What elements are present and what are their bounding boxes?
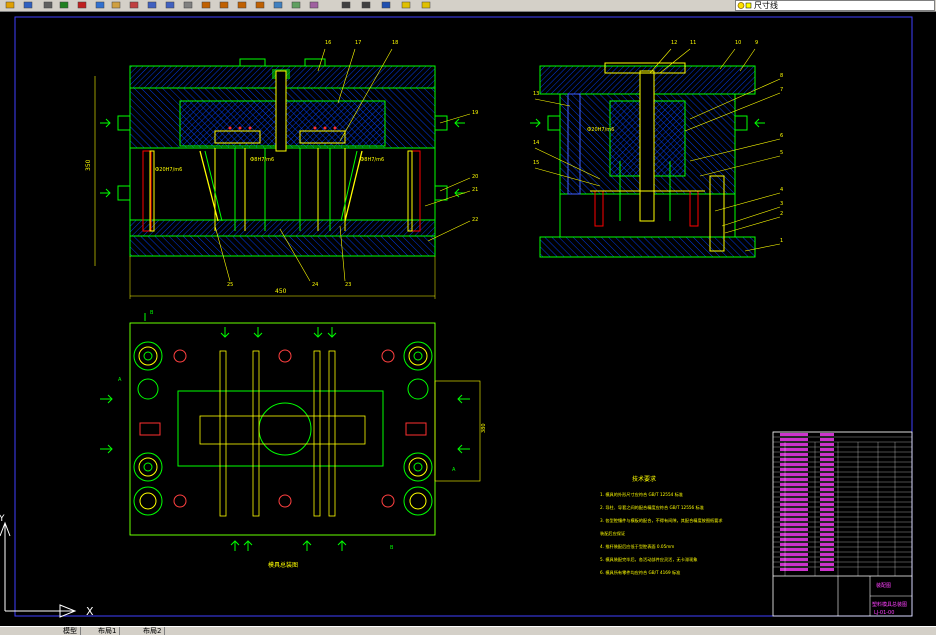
print-icon[interactable] [42, 0, 55, 11]
paste-icon[interactable] [110, 0, 123, 11]
front-balloon-16: 16 [325, 40, 331, 46]
front-balloon-25: 25 [227, 282, 233, 288]
technical-notes: 技术要求 1. 模具的外形尺寸应符合 GB/T 12554 标准 2. 导柱、导套… [600, 475, 723, 576]
side-balloon-7: 7 [780, 87, 783, 93]
preview-icon[interactable] [58, 0, 71, 11]
front-balloon-19: 19 [472, 110, 478, 116]
fit-note-1: Ф20H7/m6 [155, 167, 182, 173]
ucs-icon: X Y [0, 514, 94, 618]
cut-icon[interactable] [76, 0, 89, 11]
ucs-y-label: Y [0, 514, 5, 524]
title-block-company: 装配图 [876, 582, 891, 589]
front-balloon-23: 23 [345, 282, 351, 288]
note-line: 5. 模具装配完毕后，各活动部件应灵活，无卡滞现象 [600, 556, 697, 563]
design-center-icon[interactable] [290, 0, 303, 11]
layer-dropdown[interactable]: 尺寸线 [735, 0, 935, 11]
note-line: 1. 模具的外形尺寸应符合 GB/T 12554 标准 [600, 491, 683, 498]
title-block: 装配图 塑料模具总装图 LJ-01-00 [772, 431, 913, 617]
note-line: 装配后应保证 [600, 530, 626, 537]
drawing-canvas[interactable]: 450 350 Ф20H7/m6 Ф8H7/m6 Ф8H7/m6 Ф20H7/m… [0, 11, 936, 627]
copy-icon[interactable] [94, 0, 107, 11]
side-balloon-10: 10 [735, 40, 741, 46]
open-icon[interactable] [4, 0, 17, 11]
pan-icon[interactable] [182, 0, 195, 11]
fit-note-side: Ф20H7/m6 [587, 127, 614, 133]
side-balloon-14: 14 [533, 140, 539, 146]
notes-title: 技术要求 [632, 475, 656, 483]
title-block-drawing-no: LJ-01-00 [874, 610, 894, 616]
tool-palette-icon[interactable] [308, 0, 321, 11]
side-balloon-4: 4 [780, 187, 783, 193]
side-balloon-2: 2 [780, 211, 783, 217]
side-balloon-13: 13 [533, 91, 539, 97]
fit-note-3: Ф8H7/m6 [360, 157, 384, 163]
section-label-a-left: A [118, 377, 122, 383]
match-icon[interactable] [128, 0, 141, 11]
save-icon[interactable] [22, 0, 35, 11]
zoom-previous-icon[interactable] [236, 0, 249, 11]
side-balloon-11: 11 [690, 40, 696, 46]
note-line: 6. 模具所有零件均应符合 GB/T 4169 标准 [600, 569, 680, 576]
zoom-extents-icon[interactable] [254, 0, 267, 11]
front-section-view: 450 350 Ф20H7/m6 Ф8H7/m6 Ф8H7/m6 [85, 48, 471, 299]
side-balloon-15: 15 [533, 160, 539, 166]
table-icon[interactable] [360, 0, 373, 11]
section-label-b-top: B [150, 310, 154, 316]
plan-caption: 模具总装图 [268, 561, 298, 569]
side-balloon-1: 1 [780, 238, 783, 244]
undo-icon[interactable] [146, 0, 159, 11]
layer-name: 尺寸线 [754, 1, 778, 10]
redo-icon[interactable] [164, 0, 177, 11]
front-balloon-20: 20 [472, 174, 478, 180]
section-label-b-bottom: B [390, 545, 394, 551]
layer-state-icon [737, 2, 752, 9]
fit-note-2: Ф8H7/m6 [250, 157, 274, 163]
side-balloon-6: 6 [780, 133, 783, 139]
help-icon[interactable] [380, 0, 393, 11]
properties-icon[interactable] [272, 0, 285, 11]
side-section-view: Ф20H7/m6 [530, 48, 781, 258]
note-line: 4. 推杆装配后应低于型腔表面 0.05mm [600, 543, 674, 550]
plan-view: B B A A 380 模具总装图 [100, 310, 487, 569]
side-balloon-12: 12 [671, 40, 677, 46]
front-balloon-21: 21 [472, 187, 478, 193]
text-style-icon[interactable] [340, 0, 353, 11]
side-balloon-5: 5 [780, 150, 783, 156]
layer-manager-icon[interactable] [400, 0, 413, 11]
front-balloon-17: 17 [355, 40, 361, 46]
ucs-x-label: X [86, 605, 94, 618]
title-block-name: 塑料模具总装图 [872, 601, 907, 608]
note-line: 3. 各型腔镶件与模板的配合，不得有间隙，其配合精度按图纸要求 [600, 517, 723, 524]
zoom-window-icon[interactable] [218, 0, 231, 11]
layer-state-icon[interactable] [420, 0, 433, 11]
side-balloon-9: 9 [755, 40, 758, 46]
front-balloon-18: 18 [392, 40, 398, 46]
zoom-realtime-icon[interactable] [200, 0, 213, 11]
dim-side: 380 [481, 423, 487, 433]
note-line: 2. 导柱、导套之间的配合精度应符合 GB/T 12556 标准 [600, 504, 704, 511]
section-label-a-right: A [452, 467, 456, 473]
side-balloon-8: 8 [780, 73, 783, 79]
side-balloon-3: 3 [780, 201, 783, 207]
front-balloon-22: 22 [472, 217, 478, 223]
dim-width-front: 450 [275, 288, 287, 295]
front-balloon-24: 24 [312, 282, 318, 288]
dim-height-front: 350 [85, 159, 92, 171]
